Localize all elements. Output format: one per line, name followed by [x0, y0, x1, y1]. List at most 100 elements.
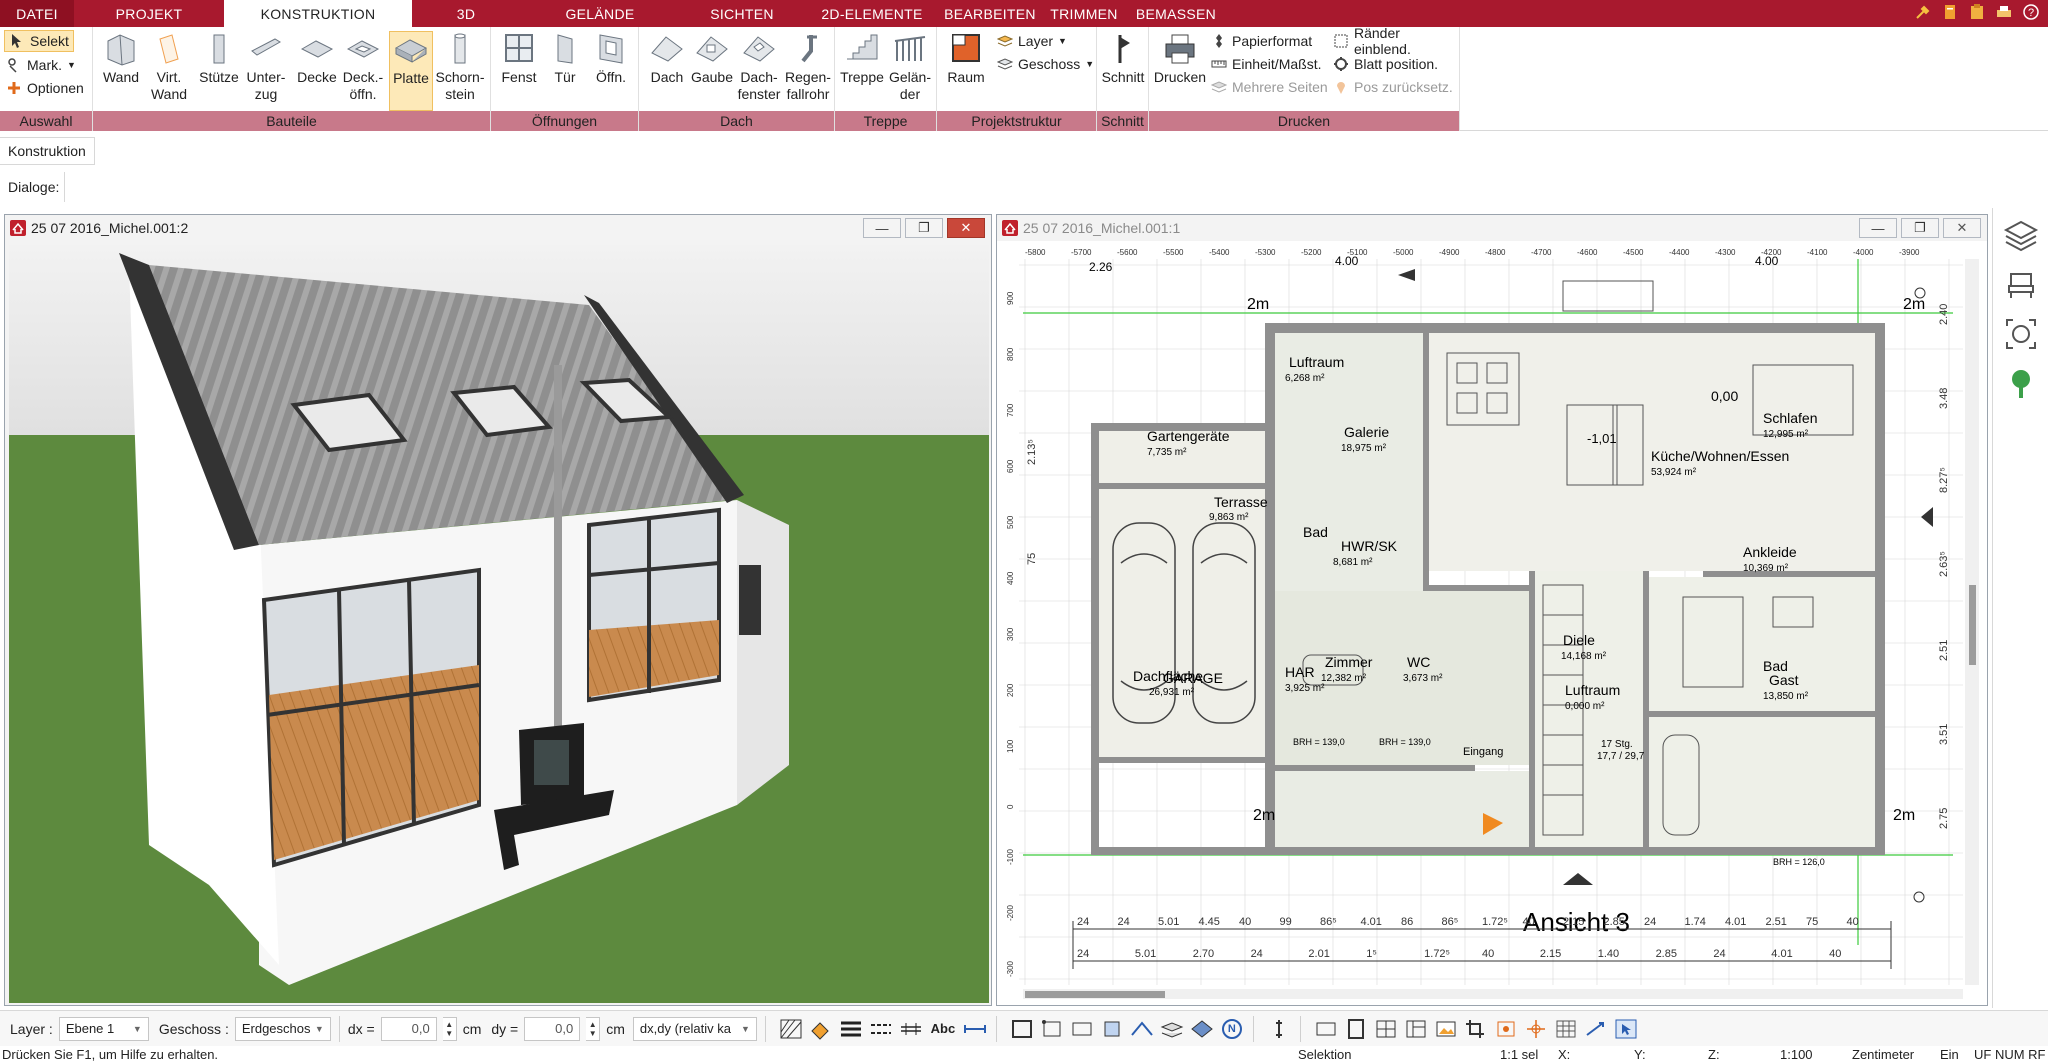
pos-zuruecksetzen-button[interactable]: Pos zurücksetz. — [1333, 76, 1453, 98]
mehrere-seiten-button[interactable]: Mehrere Seiten — [1210, 76, 1328, 98]
snap-point-icon[interactable] — [1493, 1017, 1519, 1041]
optionen-button[interactable]: Optionen — [6, 77, 84, 99]
dachfenster-button[interactable]: Dach- fenster — [735, 31, 783, 103]
tab-bemassen[interactable]: BEMASSEN — [1128, 0, 1224, 27]
schornstein-button[interactable]: Schorn- stein — [435, 31, 485, 103]
view3d-titlebar[interactable]: 25 07 2016_Michel.001:2 — [5, 215, 991, 241]
layers-panel-icon[interactable] — [2003, 216, 2039, 252]
snap-object-icon[interactable] — [1099, 1017, 1125, 1041]
platte-button[interactable]: Platte — [389, 31, 433, 111]
tools-icon[interactable] — [1914, 3, 1932, 21]
stuetze-button[interactable]: Stütze — [197, 31, 241, 86]
coordinate-mode-select[interactable]: dx,dy (relativ ka ▼ — [632, 1016, 757, 1041]
tab-sichten[interactable]: SICHTEN — [680, 0, 804, 27]
horizontal-scrollbar-thumb[interactable] — [1025, 991, 1165, 998]
raum-button[interactable]: Raum — [941, 31, 991, 86]
schnitt-button[interactable]: Schnitt — [1099, 31, 1147, 86]
snap-plane-icon[interactable] — [1189, 1017, 1215, 1041]
gaube-button[interactable]: Gaube — [689, 31, 735, 86]
grid-icon[interactable] — [1553, 1017, 1579, 1041]
regenfallrohr-button[interactable]: Regen- fallrohr — [783, 31, 833, 103]
close-button[interactable]: ✕ — [947, 218, 985, 238]
hatch-icon[interactable] — [778, 1017, 804, 1041]
furniture-panel-icon[interactable] — [2003, 266, 2039, 302]
raender-button[interactable]: Ränder einblend. — [1333, 25, 1459, 57]
minimize-button[interactable]: — — [1859, 218, 1897, 238]
oeffnung-button[interactable]: Öffn. — [589, 31, 633, 86]
view-single-icon[interactable] — [1313, 1017, 1339, 1041]
drucken-button[interactable]: Drucken — [1153, 31, 1207, 86]
north-button[interactable]: N — [1219, 1017, 1245, 1041]
gelaender-button[interactable]: Gelän- der — [887, 31, 933, 103]
minimize-button[interactable]: — — [863, 218, 901, 238]
plan-window[interactable]: 25 07 2016_Michel.001:1 — ❐ ✕ -5800 -5700… — [996, 214, 1988, 1006]
maximize-button[interactable]: ❐ — [905, 218, 943, 238]
view-layout-icon[interactable] — [1403, 1017, 1429, 1041]
floorplan-canvas[interactable]: -5800 -5700 -5600 -5500 -5400 -5300 -5200 -5100… — [1003, 245, 1983, 1003]
unterzug-button[interactable]: Unter- zug — [243, 31, 289, 103]
plan-titlebar[interactable]: 25 07 2016_Michel.001:1 — [997, 215, 1987, 241]
geschoss-select[interactable]: Erdgeschos ▼ — [234, 1016, 331, 1041]
wand-button[interactable]: Wand — [99, 31, 143, 86]
document-icon[interactable] — [1941, 3, 1959, 21]
blatt-position-button[interactable]: Blatt position. — [1333, 53, 1438, 75]
tab-konstruktion[interactable]: KONSTRUKTION — [224, 0, 412, 27]
measure-icon[interactable] — [962, 1017, 988, 1041]
vertical-split-icon[interactable] — [1266, 1017, 1292, 1041]
vertical-scrollbar-thumb[interactable] — [1969, 585, 1976, 665]
tab-bearbeiten[interactable]: BEARBEITEN — [940, 0, 1040, 27]
dy-input[interactable]: 0,0 — [524, 1016, 581, 1041]
snap-mid-icon[interactable] — [1069, 1017, 1095, 1041]
dx-stepper[interactable]: ▲ ▼ — [442, 1016, 457, 1041]
ruler-tick-label: -4900 — [1439, 248, 1460, 257]
help-icon[interactable]: ? — [2022, 3, 2040, 21]
einheit-button[interactable]: Einheit/Maßst. — [1211, 53, 1321, 75]
tab-projekt[interactable]: PROJEKT — [74, 0, 224, 27]
treppe-button[interactable]: Treppe — [839, 31, 885, 86]
geschoss-dropdown[interactable]: Geschoss ▼ — [996, 53, 1094, 75]
mark-button[interactable]: Mark. ▼ — [6, 54, 76, 76]
dy-stepper[interactable]: ▲ ▼ — [586, 1016, 601, 1041]
line-weight-icon[interactable] — [838, 1017, 864, 1041]
snap-line-icon[interactable] — [1129, 1017, 1155, 1041]
virt-wand-button[interactable]: Virt. Wand — [147, 31, 191, 103]
view3d-window[interactable]: 25 07 2016_Michel.001:2 — ❐ ✕ — [4, 214, 992, 1006]
snap-wall-icon[interactable] — [1159, 1017, 1185, 1041]
view-page-icon[interactable] — [1343, 1017, 1369, 1041]
konstruktion-subtab[interactable]: Konstruktion — [0, 137, 95, 165]
tab-trimmen[interactable]: TRIMMEN — [1040, 0, 1128, 27]
line-style-icon[interactable] — [868, 1017, 894, 1041]
deck-oeffn-button[interactable]: Deck.- öffn. — [341, 31, 385, 103]
text-style-button[interactable]: Abc — [928, 1017, 958, 1041]
printer-small-icon[interactable] — [1995, 3, 2013, 21]
view-grid-icon[interactable] — [1373, 1017, 1399, 1041]
image-icon[interactable] — [1433, 1017, 1459, 1041]
close-button[interactable]: ✕ — [1943, 218, 1981, 238]
layer-dropdown[interactable]: Layer ▼ — [996, 30, 1067, 52]
snap-corner-icon[interactable] — [1039, 1017, 1065, 1041]
tab-gelaende[interactable]: GELÄNDE — [520, 0, 680, 27]
tuer-button[interactable]: Tür — [543, 31, 587, 86]
cursor-snap-icon[interactable] — [1613, 1017, 1639, 1041]
fill-icon[interactable] — [808, 1017, 834, 1041]
tab-3d[interactable]: 3D — [412, 0, 520, 27]
crop-icon[interactable] — [1463, 1017, 1489, 1041]
zoom-fit-icon[interactable] — [2003, 316, 2039, 352]
snap-center-icon[interactable] — [1523, 1017, 1549, 1041]
snap-frame-icon[interactable] — [1009, 1017, 1035, 1041]
fenster-button[interactable]: Fenst — [497, 31, 541, 86]
maximize-button[interactable]: ❐ — [1901, 218, 1939, 238]
decke-button[interactable]: Decke — [295, 31, 339, 86]
layer-select[interactable]: Ebene 1 ▼ — [58, 1016, 149, 1041]
selekt-button[interactable]: Selekt — [4, 30, 74, 52]
dimension-style-icon[interactable] — [898, 1017, 924, 1041]
clipboard-icon[interactable] — [1968, 3, 1986, 21]
view3d-canvas[interactable] — [9, 245, 989, 1003]
ortho-icon[interactable] — [1583, 1017, 1609, 1041]
tab-2d-elemente[interactable]: 2D-ELEMENTE — [804, 0, 940, 27]
papierformat-button[interactable]: Papierformat — [1211, 30, 1312, 52]
tab-datei[interactable]: DATEI — [0, 0, 74, 27]
dach-button[interactable]: Dach — [645, 31, 689, 86]
tree-icon[interactable] — [2003, 366, 2039, 402]
dx-input[interactable]: 0,0 — [380, 1016, 437, 1041]
